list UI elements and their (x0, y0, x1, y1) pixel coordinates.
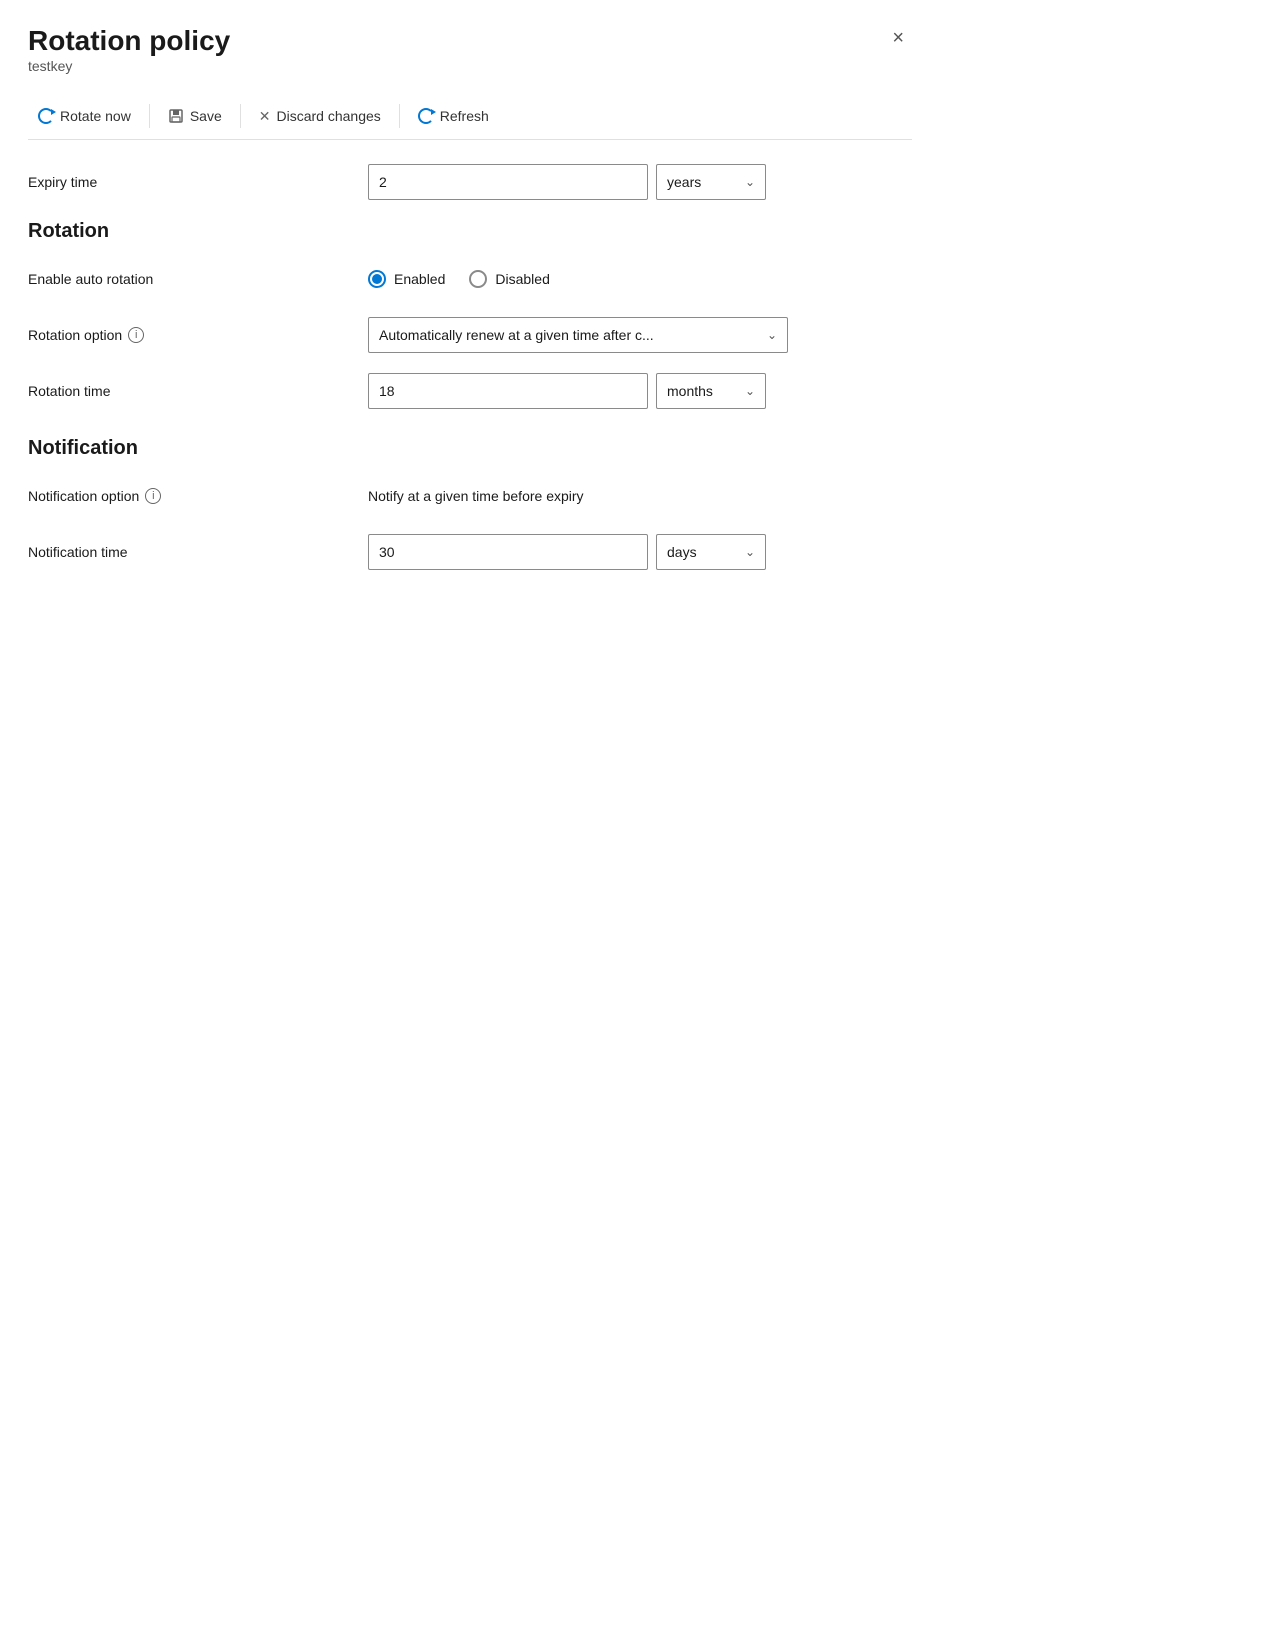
notification-time-input[interactable] (368, 534, 648, 570)
expiry-control-group: years ⌄ (368, 164, 912, 200)
disabled-label: Disabled (495, 271, 549, 287)
rotation-option-info-icon[interactable]: i (128, 327, 144, 343)
enabled-radio[interactable] (368, 270, 386, 288)
rotation-option-value: Automatically renew at a given time afte… (379, 327, 654, 343)
rotation-time-label: Rotation time (28, 383, 368, 399)
rotation-option-chevron: ⌄ (767, 328, 777, 342)
expiry-time-label: Expiry time (28, 174, 368, 190)
notification-time-unit-chevron: ⌄ (745, 545, 755, 559)
auto-rotation-radio-group: Enabled Disabled (368, 270, 550, 288)
refresh-icon (418, 108, 434, 124)
panel-title: Rotation policy (28, 24, 230, 58)
notification-time-row: Notification time days ⌄ (28, 534, 912, 570)
toolbar-divider-2 (240, 104, 241, 128)
rotation-option-select[interactable]: Automatically renew at a given time afte… (368, 317, 788, 353)
panel-header: Rotation policy testkey × (28, 24, 912, 90)
expiry-time-row: Expiry time years ⌄ (28, 164, 912, 200)
rotation-option-row: Rotation option i Automatically renew at… (28, 317, 912, 353)
enabled-label: Enabled (394, 271, 445, 287)
rotate-icon (38, 108, 54, 124)
rotation-section: Rotation Enable auto rotation Enabled Di… (28, 220, 912, 409)
rotation-time-row: Rotation time months ⌄ (28, 373, 912, 409)
rotation-option-label: Rotation option (28, 327, 122, 343)
toolbar-divider-3 (399, 104, 400, 128)
notification-time-controls: days ⌄ (368, 534, 912, 570)
notification-option-label-group: Notification option i (28, 488, 368, 504)
close-button[interactable]: × (884, 24, 912, 52)
rotation-policy-panel: Rotation policy testkey × Rotate now Sav… (0, 0, 940, 622)
expiry-unit-chevron: ⌄ (745, 175, 755, 189)
auto-rotation-row: Enable auto rotation Enabled Disabled (28, 261, 912, 297)
notification-option-label: Notification option (28, 488, 139, 504)
discard-icon: ✕ (259, 108, 271, 125)
notification-option-value: Notify at a given time before expiry (368, 488, 584, 504)
rotation-time-unit-select[interactable]: months ⌄ (656, 373, 766, 409)
panel-subtitle: testkey (28, 58, 230, 74)
title-group: Rotation policy testkey (28, 24, 230, 90)
auto-rotation-label: Enable auto rotation (28, 271, 368, 287)
notification-heading: Notification (28, 437, 912, 460)
save-button[interactable]: Save (158, 102, 232, 130)
toolbar-divider-1 (149, 104, 150, 128)
auto-rotation-controls: Enabled Disabled (368, 270, 912, 288)
expiry-unit-select[interactable]: years ⌄ (656, 164, 766, 200)
rotation-time-unit-value: months (667, 383, 713, 399)
save-icon (168, 108, 184, 124)
rotation-time-controls: months ⌄ (368, 373, 912, 409)
notification-option-info-icon[interactable]: i (145, 488, 161, 504)
disabled-option[interactable]: Disabled (469, 270, 549, 288)
enabled-option[interactable]: Enabled (368, 270, 445, 288)
refresh-button[interactable]: Refresh (408, 102, 499, 130)
rotation-time-unit-chevron: ⌄ (745, 384, 755, 398)
notification-time-label: Notification time (28, 544, 368, 560)
notification-time-unit-select[interactable]: days ⌄ (656, 534, 766, 570)
rotation-option-controls: Automatically renew at a given time afte… (368, 317, 912, 353)
notification-option-row: Notification option i Notify at a given … (28, 478, 912, 514)
discard-label: Discard changes (276, 108, 380, 124)
expiry-time-input[interactable] (368, 164, 648, 200)
rotation-option-label-group: Rotation option i (28, 327, 368, 343)
notification-section: Notification Notification option i Notif… (28, 437, 912, 570)
rotate-now-label: Rotate now (60, 108, 131, 124)
rotation-time-input[interactable] (368, 373, 648, 409)
notification-option-controls: Notify at a given time before expiry (368, 488, 912, 504)
rotation-heading: Rotation (28, 220, 912, 243)
toolbar: Rotate now Save ✕ Discard changes Refres… (28, 94, 912, 140)
notification-time-unit-value: days (667, 544, 697, 560)
save-label: Save (190, 108, 222, 124)
rotate-now-button[interactable]: Rotate now (28, 102, 141, 130)
discard-button[interactable]: ✕ Discard changes (249, 102, 391, 131)
expiry-unit-value: years (667, 174, 701, 190)
disabled-radio[interactable] (469, 270, 487, 288)
refresh-label: Refresh (440, 108, 489, 124)
